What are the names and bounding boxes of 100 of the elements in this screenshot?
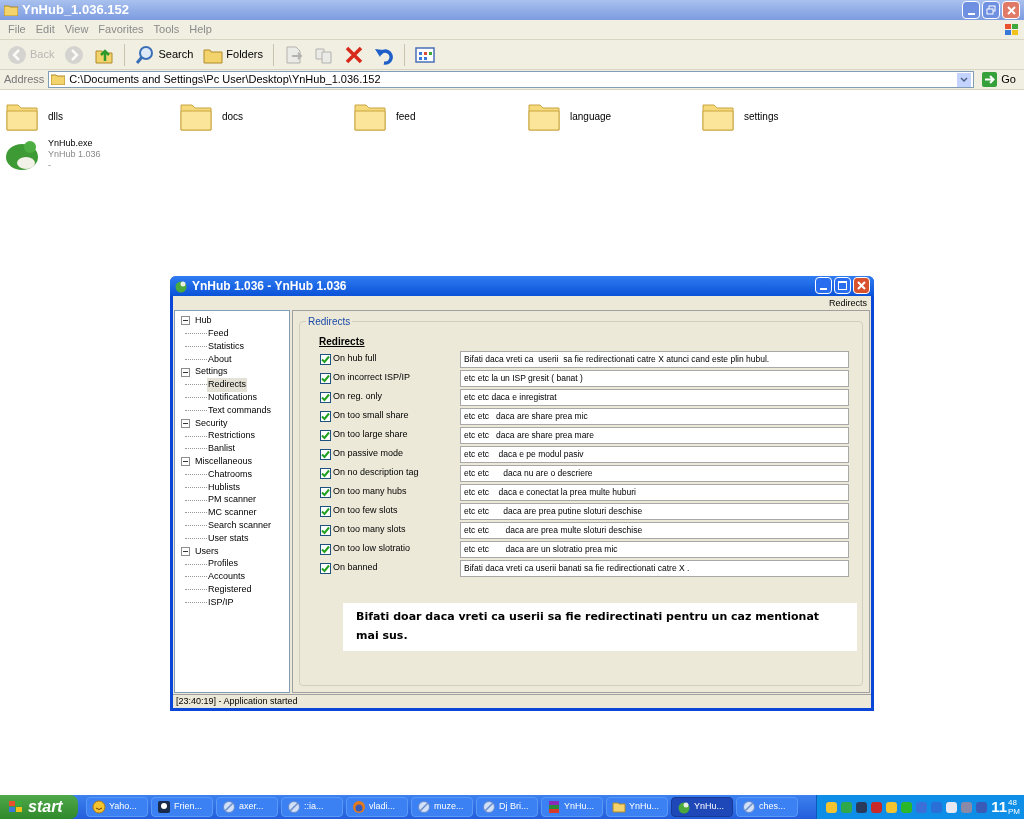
start-button[interactable]: start [0,795,78,819]
checkbox-label: On too large share [333,428,409,442]
checkbox[interactable] [320,410,331,422]
checkbox-label: On too low slotratio [333,542,412,556]
search-icon [135,44,156,65]
tree-item[interactable]: Users [194,544,220,558]
tree-item[interactable]: User stats [207,531,250,546]
checkbox[interactable] [320,429,331,441]
folder-name[interactable]: docs [222,108,244,124]
taskbar-button[interactable]: vladi... [346,797,408,817]
taskbar-button[interactable]: YnHu... [671,797,733,817]
checkbox[interactable] [320,562,331,574]
tree-item[interactable]: Accounts [207,570,247,584]
taskbar-button[interactable]: ::ia... [281,797,343,817]
folders-button[interactable]: Folders [200,42,266,67]
forward-icon [64,44,85,65]
close-button[interactable] [1002,1,1020,19]
checkbox[interactable] [320,505,331,517]
minimize-button[interactable] [962,1,980,19]
message-field[interactable]: etc etc daca are share prea mic [460,407,849,425]
expander-icon[interactable] [181,367,190,377]
message-field[interactable]: Bifati daca vreti ca userii banati sa fie redirectionati catre X . [460,559,849,577]
checkbox[interactable] [320,467,331,479]
message-field[interactable]: etc etc daca e inregistrat [460,388,849,406]
tree-item[interactable]: Statistics [207,339,245,354]
taskbar-button[interactable]: Dj Bri... [476,797,538,817]
tree-item[interactable]: Search scanner [207,518,273,533]
delete-icon [344,44,364,65]
tree-item[interactable]: Profiles [207,557,239,571]
globe-icon [482,800,496,814]
tree-item[interactable]: Banlist [207,442,236,456]
back-icon [7,44,27,65]
folder-name[interactable]: settings [744,108,779,124]
folder-icon [51,74,66,85]
message-field[interactable]: etc etc daca e conectat la prea multe huburi [460,483,849,501]
folder-name[interactable]: feed [396,108,416,124]
tree-item[interactable]: ISP/IP [207,595,235,610]
tree-item[interactable]: Notifications [207,390,259,405]
tree-item[interactable]: MC scanner [207,506,258,520]
taskbar-button[interactable]: muze... [411,797,473,817]
restore-button[interactable] [982,1,1000,19]
checkbox-label: On banned [333,561,379,575]
checkbox[interactable] [320,448,331,460]
file-name[interactable]: YnHub.exe [48,138,101,149]
checkbox[interactable] [320,372,331,384]
message-field[interactable]: etc etc daca e pe modul pasiv [460,445,849,463]
folder-name[interactable]: dlls [48,108,63,124]
maximize-button[interactable] [834,277,851,295]
minimize-button[interactable] [815,277,832,295]
checkbox[interactable] [320,524,331,536]
close-button[interactable] [853,277,870,295]
go-button[interactable]: Go [978,71,1020,88]
tree-item[interactable]: Text commands [207,403,273,418]
dropdown-icon[interactable] [957,72,972,87]
expander-icon[interactable] [181,457,190,467]
tree-item[interactable]: Feed [207,326,230,341]
expander-icon[interactable] [181,546,190,556]
tree-item[interactable]: Chatrooms [207,467,253,482]
checkbox[interactable] [320,486,331,498]
message-field[interactable]: Bifati daca vreti ca userii sa fie redirectionati catre X atunci cand este plin hubul. [460,350,849,368]
taskbar-button[interactable]: ches... [736,797,798,817]
search-button[interactable]: Search [132,42,197,67]
message-field[interactable]: etc etc daca are un slotratio prea mic [460,540,849,558]
taskbar-button[interactable]: Yaho... [86,797,148,817]
tree-item[interactable]: Registered [207,582,253,597]
folder-icon [612,800,626,814]
tray-icon[interactable] [945,800,958,814]
tree-item[interactable]: Redirects [207,378,247,392]
expander-icon[interactable] [181,418,190,428]
tray-icon[interactable] [855,800,868,814]
tree-item[interactable]: Miscellaneous [194,454,254,469]
message-field[interactable]: etc etc daca are prea putine sloturi deschise [460,502,849,520]
globe-icon [222,800,236,814]
message-field[interactable]: etc etc daca are share prea mare [460,426,849,444]
checkbox-label: On hub full [333,352,378,366]
books-icon [547,800,561,814]
checkbox[interactable] [320,353,331,365]
taskbar-button[interactable]: axer... [216,797,278,817]
flag-icon [1004,22,1020,37]
address-field[interactable]: C:\Documents and Settings\Pc User\Desktop\YnHub_1.036.152 [48,71,975,88]
tree-item[interactable]: Restrictions [207,429,256,443]
message-field[interactable]: etc etc daca nu are o descriere [460,464,849,482]
taskbar-button[interactable]: Frien... [151,797,213,817]
checkbox[interactable] [320,391,331,403]
tree-item[interactable]: PM scanner [207,493,258,507]
tree-item[interactable]: Security [194,416,229,431]
app-icon [677,800,691,814]
message-field[interactable]: etc etc la un ISP gresit ( banat ) [460,369,849,387]
taskbar-button[interactable]: YnHu... [606,797,668,817]
tree-item[interactable]: Settings [194,365,229,379]
checkbox[interactable] [320,543,331,555]
tree-item[interactable]: Hub [194,314,213,328]
folder-icon [4,4,18,16]
expander-icon[interactable] [181,316,190,326]
taskbar-button[interactable]: YnHu... [541,797,603,817]
checkbox-label: On no description tag [333,466,420,480]
tree-item[interactable]: About [207,352,233,367]
message-field[interactable]: etc etc daca are prea multe sloturi deschise [460,521,849,539]
tree-item[interactable]: Hublists [207,480,241,494]
folder-name[interactable]: language [570,108,612,124]
